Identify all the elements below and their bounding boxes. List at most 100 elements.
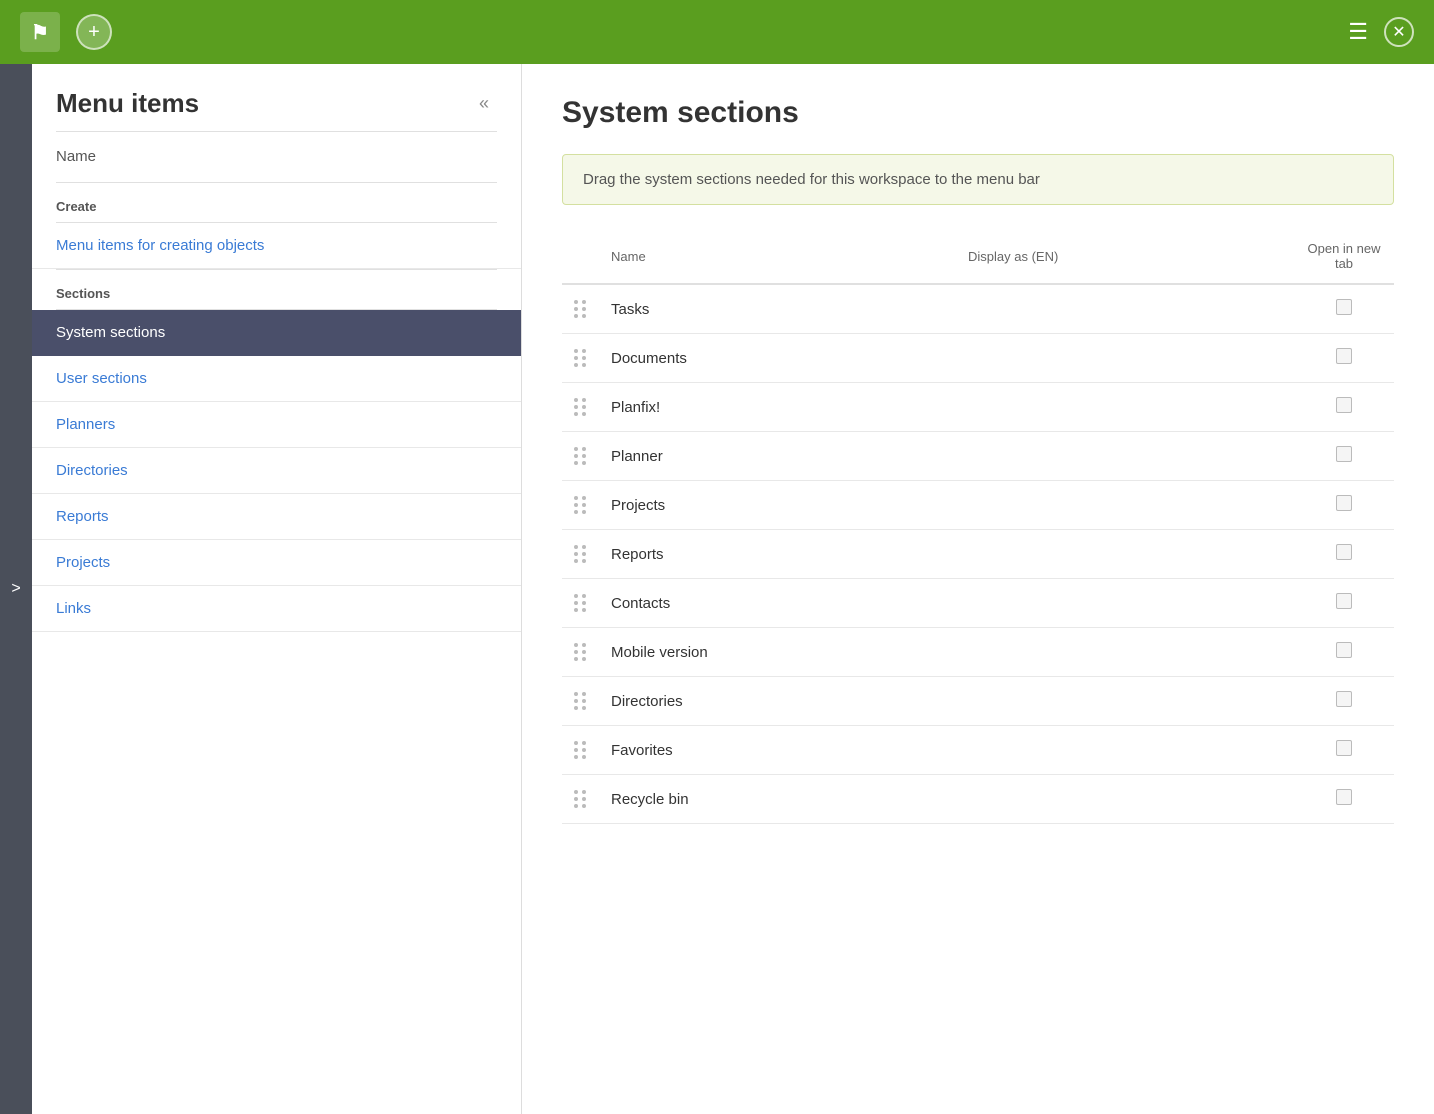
sidebar-item-system-sections[interactable]: System sections xyxy=(32,310,521,356)
drag-handle-cell[interactable] xyxy=(562,726,599,775)
open-in-new-tab-checkbox[interactable] xyxy=(1336,446,1352,462)
open-in-new-tab-checkbox[interactable] xyxy=(1336,740,1352,756)
table-row: Tasks xyxy=(562,284,1394,334)
right-panel: System sections Drag the system sections… xyxy=(522,64,1434,1114)
drag-handle-cell[interactable] xyxy=(562,432,599,481)
table-row: Planner xyxy=(562,432,1394,481)
name-section: Name xyxy=(32,132,521,182)
sidebar-item-links[interactable]: Links xyxy=(32,586,521,632)
row-display-as[interactable] xyxy=(956,775,1294,824)
sections-group-label: Sections xyxy=(32,270,521,309)
create-group-label: Create xyxy=(32,183,521,222)
expand-icon: > xyxy=(11,580,20,598)
col-open-header: Open in new tab xyxy=(1294,233,1394,284)
open-in-new-tab-checkbox[interactable] xyxy=(1336,691,1352,707)
row-name: Documents xyxy=(599,334,956,383)
page-title: System sections xyxy=(562,96,1394,130)
drag-dots xyxy=(574,643,587,661)
left-panel-content: Name Create Menu items for creating obje… xyxy=(32,131,521,1114)
drag-dots xyxy=(574,692,587,710)
row-name: Mobile version xyxy=(599,628,956,677)
logo-icon: ⚑ xyxy=(31,20,49,45)
drag-handle-cell[interactable] xyxy=(562,481,599,530)
table-row: Documents xyxy=(562,334,1394,383)
open-in-new-tab-checkbox[interactable] xyxy=(1336,789,1352,805)
col-drag-header xyxy=(562,233,599,284)
row-display-as[interactable] xyxy=(956,481,1294,530)
menu-icon[interactable]: ☰ xyxy=(1348,19,1368,45)
open-in-new-tab-checkbox[interactable] xyxy=(1336,397,1352,413)
drag-handle-cell[interactable] xyxy=(562,530,599,579)
table-row: Favorites xyxy=(562,726,1394,775)
drag-dots xyxy=(574,594,587,612)
sidebar-item-directories[interactable]: Directories xyxy=(32,448,521,494)
sidebar-item-planners[interactable]: Planners xyxy=(32,402,521,448)
sidebar-item-reports[interactable]: Reports xyxy=(32,494,521,540)
table-row: Planfix! xyxy=(562,383,1394,432)
drag-handle-cell[interactable] xyxy=(562,579,599,628)
row-name: Tasks xyxy=(599,284,956,334)
drag-handle-cell[interactable] xyxy=(562,775,599,824)
row-name: Projects xyxy=(599,481,956,530)
drag-dots xyxy=(574,741,587,759)
open-in-new-tab-checkbox[interactable] xyxy=(1336,642,1352,658)
row-display-as[interactable] xyxy=(956,628,1294,677)
row-display-as[interactable] xyxy=(956,334,1294,383)
table-row: Recycle bin xyxy=(562,775,1394,824)
drag-handle-cell[interactable] xyxy=(562,284,599,334)
row-display-as[interactable] xyxy=(956,432,1294,481)
table-row: Projects xyxy=(562,481,1394,530)
row-checkbox-cell[interactable] xyxy=(1294,530,1394,579)
row-checkbox-cell[interactable] xyxy=(1294,481,1394,530)
drag-handle-cell[interactable] xyxy=(562,677,599,726)
col-display-header: Display as (EN) xyxy=(956,233,1294,284)
row-display-as[interactable] xyxy=(956,579,1294,628)
add-button[interactable]: + xyxy=(76,14,112,50)
table-row: Mobile version xyxy=(562,628,1394,677)
row-checkbox-cell[interactable] xyxy=(1294,284,1394,334)
row-checkbox-cell[interactable] xyxy=(1294,726,1394,775)
row-checkbox-cell[interactable] xyxy=(1294,334,1394,383)
close-icon: ✕ xyxy=(1392,22,1405,42)
row-checkbox-cell[interactable] xyxy=(1294,432,1394,481)
close-button[interactable]: ✕ xyxy=(1384,17,1414,47)
table-row: Reports xyxy=(562,530,1394,579)
row-display-as[interactable] xyxy=(956,383,1294,432)
row-name: Directories xyxy=(599,677,956,726)
table-row: Contacts xyxy=(562,579,1394,628)
sidebar-collapse-strip[interactable]: > xyxy=(0,64,32,1114)
sidebar-item-projects[interactable]: Projects xyxy=(32,540,521,586)
sidebar-item-user-sections[interactable]: User sections xyxy=(32,356,521,402)
drag-dots xyxy=(574,447,587,465)
drag-handle-cell[interactable] xyxy=(562,383,599,432)
topbar-right: ☰ ✕ xyxy=(1348,17,1414,47)
row-name: Favorites xyxy=(599,726,956,775)
row-display-as[interactable] xyxy=(956,284,1294,334)
open-in-new-tab-checkbox[interactable] xyxy=(1336,495,1352,511)
info-message: Drag the system sections needed for this… xyxy=(562,154,1394,205)
row-name: Planfix! xyxy=(599,383,956,432)
row-checkbox-cell[interactable] xyxy=(1294,775,1394,824)
sidebar-item-menu-items-creating[interactable]: Menu items for creating objects xyxy=(32,223,521,269)
drag-handle-cell[interactable] xyxy=(562,334,599,383)
open-in-new-tab-checkbox[interactable] xyxy=(1336,544,1352,560)
row-checkbox-cell[interactable] xyxy=(1294,579,1394,628)
drag-dots xyxy=(574,300,587,318)
collapse-button[interactable]: « xyxy=(471,89,497,118)
row-display-as[interactable] xyxy=(956,530,1294,579)
col-name-header: Name xyxy=(599,233,956,284)
row-checkbox-cell[interactable] xyxy=(1294,383,1394,432)
row-checkbox-cell[interactable] xyxy=(1294,677,1394,726)
row-display-as[interactable] xyxy=(956,677,1294,726)
main-layout: > Menu items « Name Create Menu items fo… xyxy=(0,64,1434,1114)
drag-handle-cell[interactable] xyxy=(562,628,599,677)
open-in-new-tab-checkbox[interactable] xyxy=(1336,348,1352,364)
open-in-new-tab-checkbox[interactable] xyxy=(1336,299,1352,315)
app-logo[interactable]: ⚑ xyxy=(20,12,60,52)
left-panel-header: Menu items « xyxy=(32,64,521,131)
drag-dots xyxy=(574,349,587,367)
row-display-as[interactable] xyxy=(956,726,1294,775)
row-checkbox-cell[interactable] xyxy=(1294,628,1394,677)
open-in-new-tab-checkbox[interactable] xyxy=(1336,593,1352,609)
row-name: Recycle bin xyxy=(599,775,956,824)
